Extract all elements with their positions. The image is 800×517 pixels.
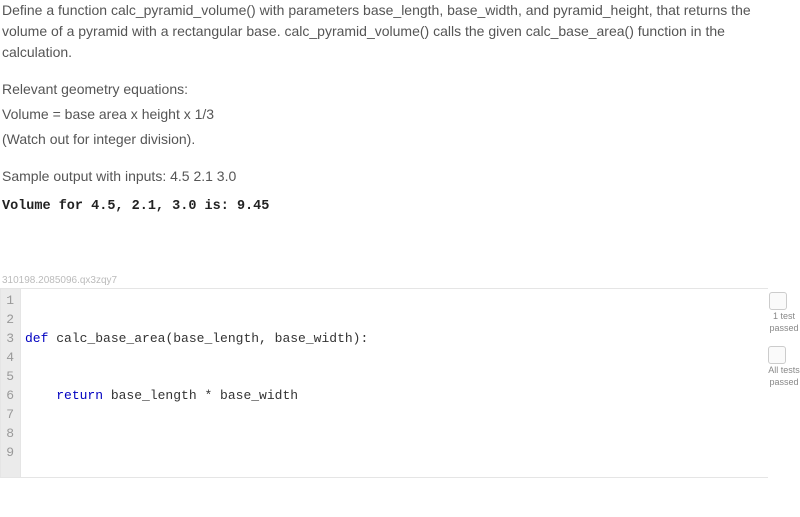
line-number-gutter: 1 2 3 4 5 6 7 8 9	[1, 289, 21, 477]
code-text: base_length * base_width	[111, 388, 298, 403]
equation-volume: Volume = base area x height x 1/3	[2, 104, 798, 125]
code-text: (base_length, base_width):	[165, 331, 368, 346]
line-number: 6	[5, 386, 14, 405]
keyword-def: def	[25, 331, 56, 346]
sample-heading: Sample output with inputs: 4.5 2.1 3.0	[2, 166, 798, 187]
equation-note: (Watch out for integer division).	[2, 129, 798, 150]
code-area[interactable]: def calc_base_area(base_length, base_wid…	[21, 289, 768, 477]
line-number: 2	[5, 310, 14, 329]
all-tests-label: All tests	[768, 366, 800, 376]
line-number: 3	[5, 329, 14, 348]
line-number: 7	[5, 405, 14, 424]
problem-statement: Define a function calc_pyramid_volume() …	[0, 0, 800, 217]
relevant-heading: Relevant geometry equations:	[2, 79, 798, 100]
test-count-label: 1 test	[769, 312, 798, 322]
line-number: 1	[5, 291, 14, 310]
keyword-return: return	[56, 388, 111, 403]
problem-description: Define a function calc_pyramid_volume() …	[2, 0, 798, 63]
line-number: 9	[5, 443, 14, 462]
editor-container: 1 2 3 4 5 6 7 8 9 def calc_base_area(bas…	[0, 288, 800, 478]
all-passed-label: passed	[768, 378, 800, 388]
test-passed-label: passed	[769, 324, 798, 334]
code-editor[interactable]: 1 2 3 4 5 6 7 8 9 def calc_base_area(bas…	[0, 288, 768, 478]
line-number: 4	[5, 348, 14, 367]
line-number: 5	[5, 367, 14, 386]
line-number: 8	[5, 424, 14, 443]
function-name: calc_base_area	[56, 331, 165, 346]
checkbox-icon[interactable]	[769, 292, 787, 310]
test-status-item: All tests passed	[768, 346, 800, 388]
sample-output: Volume for 4.5, 2.1, 3.0 is: 9.45	[2, 191, 798, 217]
watermark: 310198.2085096.qx3zqy7	[0, 275, 800, 286]
checkbox-icon[interactable]	[768, 346, 786, 364]
test-status-panel: 1 test passed All tests passed	[768, 288, 800, 388]
test-status-item: 1 test passed	[769, 292, 798, 334]
